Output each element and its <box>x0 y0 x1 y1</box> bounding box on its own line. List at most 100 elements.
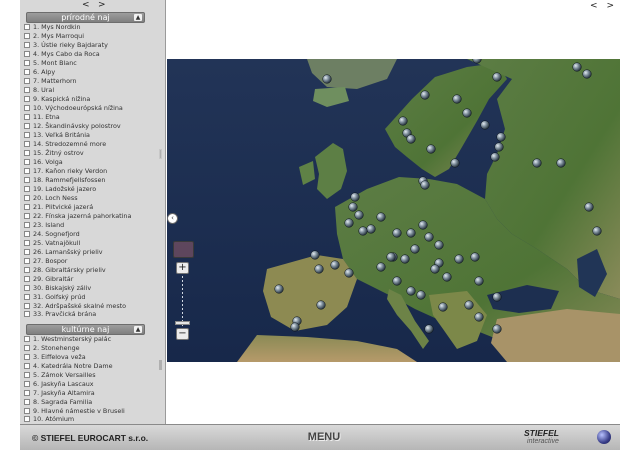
list-item[interactable]: 9. Hlavné námestie v Bruseli <box>24 406 165 415</box>
map-marker[interactable] <box>406 286 416 296</box>
map-image[interactable] <box>167 59 620 362</box>
checkbox[interactable] <box>24 284 30 291</box>
list-item[interactable]: 33. Pravčická brána <box>24 310 165 319</box>
map-marker[interactable] <box>450 158 460 168</box>
checkbox[interactable] <box>24 311 30 318</box>
checkbox[interactable] <box>24 266 30 273</box>
map-marker[interactable] <box>584 202 594 212</box>
list-item[interactable]: 7. Jaskyňa Altamira <box>24 388 165 397</box>
checkbox[interactable] <box>24 257 30 264</box>
map-marker[interactable] <box>424 324 434 334</box>
map-marker[interactable] <box>492 292 502 302</box>
list-item[interactable]: 25. Vatnajökull <box>24 238 165 247</box>
map-marker[interactable] <box>400 254 410 264</box>
checkbox[interactable] <box>24 380 30 387</box>
map-marker[interactable] <box>434 240 444 250</box>
europe-map[interactable] <box>167 59 620 362</box>
map-marker[interactable] <box>418 220 428 230</box>
checkbox[interactable] <box>24 51 30 58</box>
map-marker[interactable] <box>532 158 542 168</box>
collapse-toggle-icon[interactable]: ▲ <box>134 325 142 333</box>
list-item[interactable]: 16. Volga <box>24 158 165 167</box>
map-marker[interactable] <box>392 276 402 286</box>
list-item[interactable]: 23. Island <box>24 220 165 229</box>
checkbox[interactable] <box>24 302 30 309</box>
checkbox[interactable] <box>24 185 30 192</box>
list-item[interactable]: 8. Ural <box>24 86 165 95</box>
map-marker[interactable] <box>366 224 376 234</box>
list-item[interactable]: 1. Mys Nordkin <box>24 23 165 32</box>
checkbox[interactable] <box>24 33 30 40</box>
list-item[interactable]: 29. Gibraltár <box>24 274 165 283</box>
map-next-button[interactable]: > <box>606 1 614 11</box>
map-marker[interactable] <box>474 312 484 322</box>
checkbox[interactable] <box>24 42 30 49</box>
list-item[interactable]: 24. Sognefjord <box>24 229 165 238</box>
map-marker[interactable] <box>290 322 300 332</box>
checkbox[interactable] <box>24 371 30 378</box>
map-marker[interactable] <box>424 232 434 242</box>
map-marker[interactable] <box>582 69 592 79</box>
map-marker[interactable] <box>470 252 480 262</box>
checkbox[interactable] <box>24 114 30 121</box>
list-item[interactable]: 13. Veľká Británia <box>24 131 165 140</box>
zoom-in-button[interactable]: + <box>176 262 189 274</box>
map-marker[interactable] <box>592 226 602 236</box>
map-marker[interactable] <box>464 300 474 310</box>
checkbox[interactable] <box>24 416 30 423</box>
map-marker[interactable] <box>344 218 354 228</box>
sidebar-next-button[interactable]: > <box>98 0 106 11</box>
map-prev-button[interactable]: < <box>590 1 598 11</box>
checkbox[interactable] <box>24 345 30 352</box>
collapse-toggle-icon[interactable]: ▲ <box>134 14 142 21</box>
checkbox[interactable] <box>24 275 30 282</box>
map-marker[interactable] <box>572 62 582 72</box>
checkbox[interactable] <box>24 221 30 228</box>
checkbox[interactable] <box>24 194 30 201</box>
checkbox[interactable] <box>24 407 30 414</box>
map-marker[interactable] <box>452 94 462 104</box>
map-marker[interactable] <box>474 276 484 286</box>
map-marker[interactable] <box>358 226 368 236</box>
checkbox[interactable] <box>24 389 30 396</box>
map-marker[interactable] <box>376 262 386 272</box>
scrollbar-thumb[interactable] <box>159 149 162 159</box>
list-item[interactable]: 30. Biskajský záliv <box>24 283 165 292</box>
map-marker[interactable] <box>490 152 500 162</box>
list-item[interactable]: 5. Mont Blanc <box>24 59 165 68</box>
zoom-slider-track[interactable] <box>182 276 183 326</box>
checkbox[interactable] <box>24 336 30 343</box>
list-item[interactable]: 11. Etna <box>24 113 165 122</box>
list-item[interactable]: 2. Stonehenge <box>24 344 165 353</box>
map-marker[interactable] <box>426 144 436 154</box>
list-item[interactable]: 5. Zámok Versailles <box>24 371 165 380</box>
map-marker[interactable] <box>480 120 490 130</box>
map-marker[interactable] <box>410 244 420 254</box>
checkbox[interactable] <box>24 176 30 183</box>
map-marker[interactable] <box>430 264 440 274</box>
map-marker[interactable] <box>376 212 386 222</box>
map-marker[interactable] <box>462 108 472 118</box>
list-item[interactable]: 17. Kaňon rieky Verdon <box>24 167 165 176</box>
map-marker[interactable] <box>310 250 320 260</box>
checkbox[interactable] <box>24 212 30 219</box>
checkbox[interactable] <box>24 159 30 166</box>
checkbox[interactable] <box>24 203 30 210</box>
list-item[interactable]: 2. Mys Marroqui <box>24 32 165 41</box>
checkbox[interactable] <box>24 78 30 85</box>
list-item[interactable]: 1. Westminsterský palác <box>24 335 165 344</box>
map-marker[interactable] <box>494 142 504 152</box>
menu-button[interactable]: MENU <box>304 429 344 445</box>
list-item[interactable]: 6. Jaskyňa Lascaux <box>24 379 165 388</box>
list-item[interactable]: 27. Bospor <box>24 256 165 265</box>
checkbox[interactable] <box>24 60 30 67</box>
zoom-frame-icon[interactable] <box>173 241 194 258</box>
list-item[interactable]: 31. Golfský prúd <box>24 292 165 301</box>
map-marker[interactable] <box>316 300 326 310</box>
checkbox[interactable] <box>24 105 30 112</box>
list-item[interactable]: 10. Atómium <box>24 415 165 424</box>
checkbox[interactable] <box>24 96 30 103</box>
checkbox[interactable] <box>24 230 30 237</box>
map-marker[interactable] <box>492 324 502 334</box>
checkbox[interactable] <box>24 24 30 31</box>
